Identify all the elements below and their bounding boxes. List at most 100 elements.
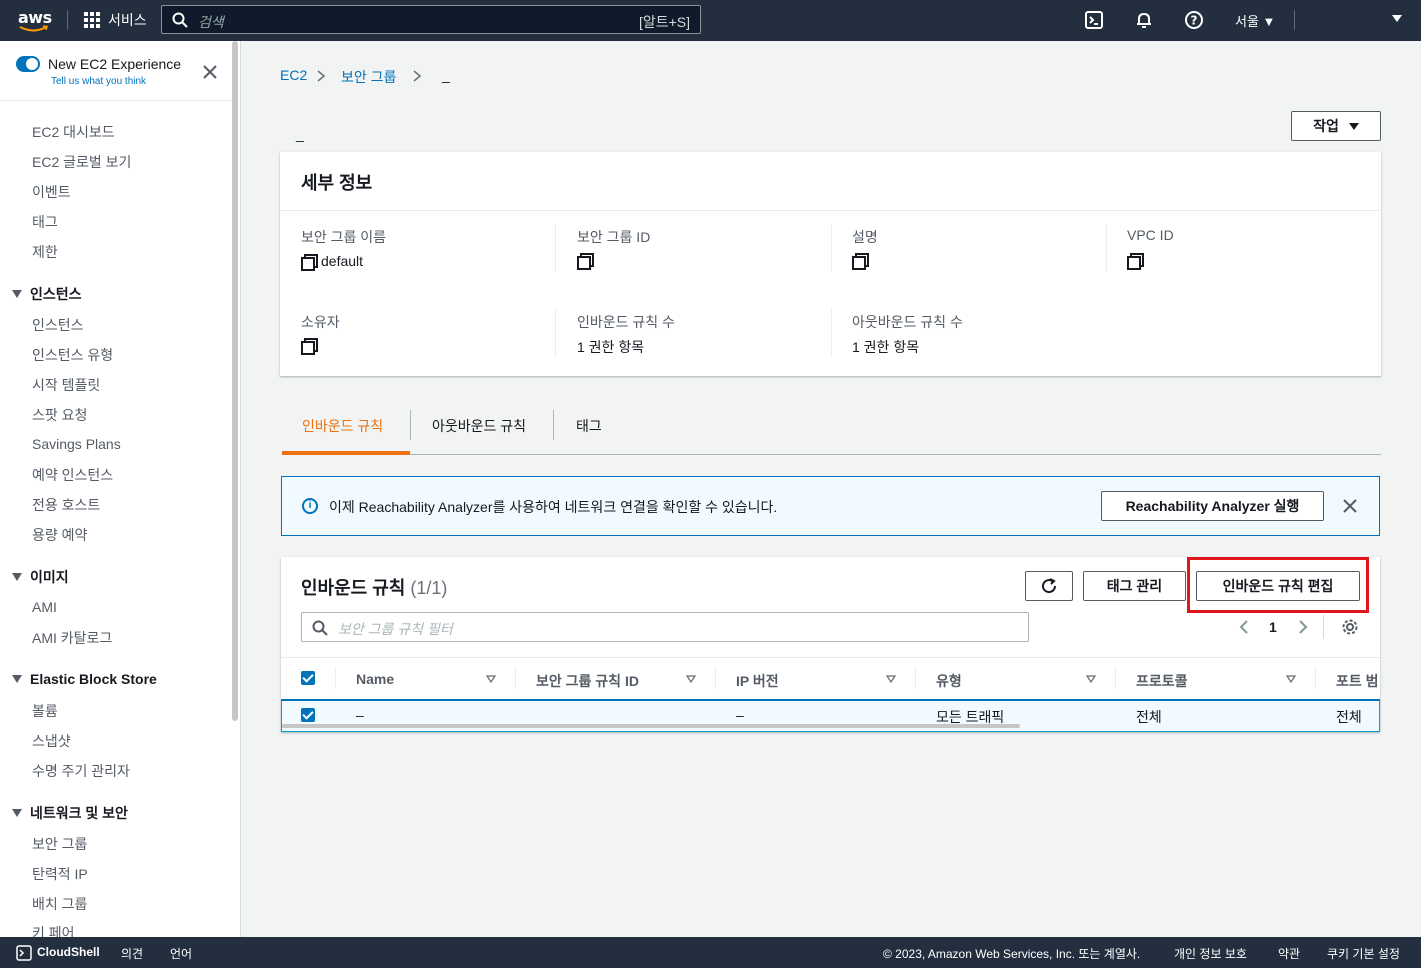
- sidebar-item-security-groups[interactable]: 보안 그룹: [32, 834, 87, 854]
- breadcrumb-ec2[interactable]: EC2: [280, 67, 307, 83]
- sort-icon[interactable]: [1086, 675, 1096, 683]
- cell-ip-version: –: [736, 707, 744, 723]
- sort-icon[interactable]: [1286, 675, 1296, 683]
- sidebar-item-instances[interactable]: 인스턴스: [32, 315, 84, 335]
- gear-icon[interactable]: [1341, 618, 1359, 636]
- sidebar-item-ami[interactable]: AMI: [32, 599, 57, 615]
- aws-logo[interactable]: aws: [18, 8, 52, 34]
- sort-icon[interactable]: [686, 675, 696, 683]
- divider: [831, 309, 832, 357]
- copy-icon[interactable]: [301, 338, 318, 355]
- tab-tags[interactable]: 태그: [576, 416, 602, 436]
- sg-name-text: default: [321, 253, 364, 269]
- sort-icon[interactable]: [486, 675, 496, 683]
- footer-privacy-link[interactable]: 개인 정보 보호: [1174, 945, 1247, 962]
- sg-name-value: default: [301, 253, 364, 271]
- grid-icon: [84, 12, 100, 28]
- sidebar-item-lifecycle-manager[interactable]: 수명 주기 관리자: [32, 761, 130, 781]
- close-icon[interactable]: [202, 64, 218, 80]
- feedback-link[interactable]: Tell us what you think: [51, 76, 146, 87]
- sidebar-item-limits[interactable]: 제한: [32, 242, 58, 262]
- region-selector[interactable]: 서울 ▼: [1235, 11, 1275, 30]
- sidebar-item-reserved-instances[interactable]: 예약 인스턴스: [32, 465, 113, 485]
- inbound-rules-title: 인바운드 규칙 (1/1): [301, 574, 447, 600]
- search-input[interactable]: 검색 [알트+S]: [161, 5, 701, 34]
- page-number[interactable]: 1: [1269, 619, 1277, 635]
- sidebar-item-instance-types[interactable]: 인스턴스 유형: [32, 345, 113, 365]
- new-experience-header: New EC2 Experience Tell us what you thin…: [0, 41, 232, 101]
- sidebar-item-launch-templates[interactable]: 시작 템플릿: [32, 375, 100, 395]
- owner-value: [301, 338, 318, 355]
- column-header-type[interactable]: 유형: [936, 671, 962, 691]
- chevron-left-icon[interactable]: [1238, 619, 1250, 635]
- sidebar-section-network-security[interactable]: 네트워크 및 보안: [12, 803, 128, 823]
- sidebar-item-events[interactable]: 이벤트: [32, 182, 71, 202]
- column-header-rule-id[interactable]: 보안 그룹 규칙 ID: [536, 671, 639, 691]
- help-icon[interactable]: ?: [1184, 10, 1204, 30]
- run-reachability-analyzer-button[interactable]: Reachability Analyzer 실행: [1101, 491, 1324, 521]
- sidebar-section-images[interactable]: 이미지: [12, 567, 69, 587]
- select-all-checkbox[interactable]: [301, 671, 315, 685]
- sidebar-item-volumes[interactable]: 볼륨: [32, 701, 58, 721]
- row-checkbox[interactable]: [301, 708, 315, 722]
- column-header-name[interactable]: Name: [356, 671, 394, 687]
- section-title: 인스턴스: [30, 286, 82, 302]
- chevron-right-icon[interactable]: [1297, 619, 1309, 635]
- table-horizontal-scrollbar[interactable]: [282, 724, 1020, 728]
- sidebar-item-capacity-reservations[interactable]: 용량 예약: [32, 525, 87, 545]
- close-icon[interactable]: [1343, 499, 1357, 513]
- cloudshell-icon[interactable]: [1084, 10, 1104, 30]
- footer-terms-link[interactable]: 약관: [1278, 945, 1300, 962]
- tab-inbound-rules[interactable]: 인바운드 규칙: [302, 416, 383, 436]
- svg-text:?: ?: [1191, 14, 1198, 28]
- sidebar-section-ebs[interactable]: Elastic Block Store: [12, 671, 157, 687]
- sidebar-item-dashboard[interactable]: EC2 대시보드: [32, 122, 115, 142]
- column-header-protocol[interactable]: 프로토콜: [1136, 671, 1188, 691]
- cloudshell-icon: [16, 945, 32, 961]
- details-panel: 세부 정보 보안 그룹 이름 default 보안 그룹 ID 설명 VPC I…: [280, 152, 1381, 376]
- tab-outbound-rules[interactable]: 아웃바운드 규칙: [432, 416, 526, 436]
- sidebar-scrollbar[interactable]: [232, 41, 238, 721]
- column-header-ip-version[interactable]: IP 버전: [736, 671, 779, 691]
- chevron-right-icon: [413, 70, 422, 82]
- inbound-rules-panel: 인바운드 규칙 (1/1) 태그 관리 인바운드 규칙 편집 보안 그룹 규칙 …: [281, 557, 1380, 732]
- footer-language-link[interactable]: 언어: [170, 945, 192, 962]
- column-divider: [515, 667, 516, 689]
- services-menu-button[interactable]: 서비스: [84, 10, 147, 30]
- copy-icon[interactable]: [852, 253, 869, 270]
- sidebar-item-tags[interactable]: 태그: [32, 212, 58, 232]
- column-header-port-range[interactable]: 포트 범: [1336, 671, 1380, 691]
- actions-button[interactable]: 작업: [1291, 111, 1381, 141]
- inbound-count-label: 인바운드 규칙 수: [577, 314, 675, 330]
- sidebar-item-spot-requests[interactable]: 스팟 요청: [32, 405, 87, 425]
- manage-tags-button[interactable]: 태그 관리: [1083, 571, 1186, 601]
- sidebar-item-placement-groups[interactable]: 배치 그룹: [32, 894, 87, 914]
- footer-feedback-link[interactable]: 의견: [121, 945, 143, 962]
- description-value: [852, 253, 869, 270]
- sidebar-item-global-view[interactable]: EC2 글로벌 보기: [32, 152, 131, 172]
- chevron-right-icon: [317, 70, 326, 82]
- column-divider: [335, 667, 336, 689]
- copy-icon[interactable]: [1127, 253, 1144, 270]
- footer-cookies-link[interactable]: 쿠키 기본 설정: [1327, 945, 1400, 962]
- rules-filter-input[interactable]: 보안 그룹 규칙 필터: [301, 612, 1029, 642]
- refresh-button[interactable]: [1025, 571, 1073, 601]
- sidebar-item-key-pairs[interactable]: 키 페어: [32, 923, 75, 937]
- sidebar-item-dedicated-hosts[interactable]: 전용 호스트: [32, 495, 100, 515]
- sidebar-item-ami-catalog[interactable]: AMI 카탈로그: [32, 628, 112, 648]
- new-experience-toggle[interactable]: [16, 56, 40, 72]
- sidebar-item-savings-plans[interactable]: Savings Plans: [32, 436, 121, 452]
- actions-label: 작업: [1313, 118, 1339, 134]
- account-menu-caret-icon[interactable]: [1392, 15, 1402, 23]
- breadcrumb-security-groups[interactable]: 보안 그룹: [341, 67, 396, 87]
- sidebar-item-elastic-ips[interactable]: 탄력적 IP: [32, 864, 88, 884]
- divider: [555, 224, 556, 272]
- bell-icon[interactable]: [1134, 10, 1154, 30]
- copy-icon[interactable]: [577, 253, 594, 270]
- sidebar-item-snapshots[interactable]: 스냅샷: [32, 731, 71, 751]
- footer-cloudshell-link[interactable]: CloudShell: [37, 945, 100, 959]
- section-title: Elastic Block Store: [30, 671, 157, 687]
- sidebar-section-instances[interactable]: 인스턴스: [12, 284, 82, 304]
- sort-icon[interactable]: [886, 675, 896, 683]
- copy-icon[interactable]: [301, 254, 318, 271]
